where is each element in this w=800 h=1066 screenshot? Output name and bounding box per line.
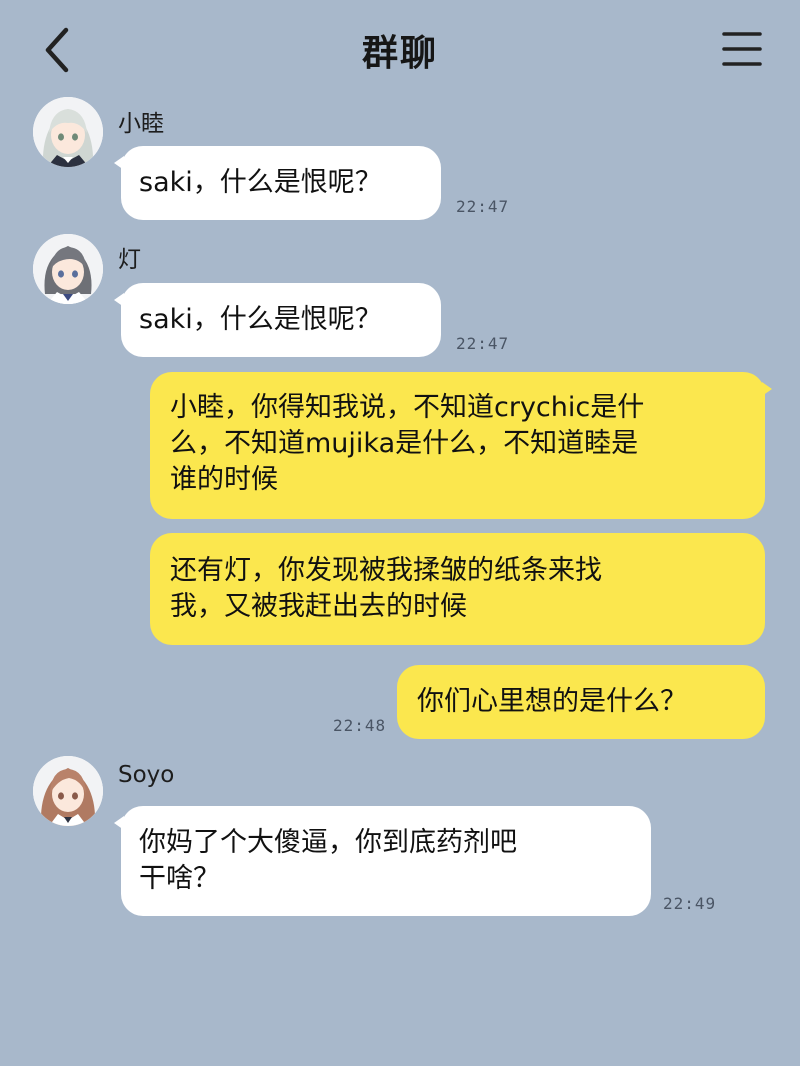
message-text-line: 还有灯，你发现被我揉皱的纸条来找 <box>170 555 602 586</box>
message-bubble[interactable]: saki，什么是恨呢？ <box>114 146 441 220</box>
chat-header: 群聊 <box>0 0 800 100</box>
message-text: saki，什么是恨呢？ <box>139 304 382 335</box>
message-text-line: 干啥？ <box>139 863 220 894</box>
sender-name: 小睦 <box>118 111 164 137</box>
message-bubble[interactable]: 小睦，你得知我说，不知道crychic是什 么，不知道mujika是什么，不知道… <box>150 372 772 519</box>
message-text-line: 么，不知道mujika是什么，不知道睦是 <box>170 428 639 459</box>
message-bubble[interactable]: 你妈了个大傻逼，你到底药剂吧 干啥？ <box>114 806 651 916</box>
message-text-line: 我，又被我赶出去的时候 <box>170 591 467 622</box>
message-bubble[interactable]: 还有灯，你发现被我揉皱的纸条来找 我，又被我赶出去的时候 <box>150 533 765 645</box>
message-text-line: 你妈了个大傻逼，你到底药剂吧 <box>139 827 517 858</box>
hamburger-menu-icon <box>722 32 762 66</box>
message-time: 22:47 <box>456 197 510 216</box>
message-time: 22:47 <box>456 334 510 353</box>
sender-name: 灯 <box>118 247 141 273</box>
message-bubble[interactable]: 你们心里想的是什么？ <box>397 665 765 739</box>
avatar-mutsumi[interactable] <box>33 97 103 167</box>
avatar-tomori[interactable] <box>33 234 103 304</box>
brown-hair-girl-avatar <box>33 756 103 826</box>
chat-title: 群聊 <box>361 33 438 74</box>
avatar-soyo[interactable] <box>33 756 103 826</box>
sender-name: Soyo <box>118 762 175 788</box>
message-time: 22:49 <box>663 894 717 913</box>
menu-button[interactable] <box>722 28 762 70</box>
gray-hair-girl-avatar <box>33 234 103 304</box>
message-text-line: 谁的时候 <box>170 464 278 495</box>
message-text: saki，什么是恨呢？ <box>139 167 382 198</box>
silver-hair-girl-avatar <box>33 97 103 167</box>
message-text-line: 小睦，你得知我说，不知道crychic是什 <box>170 392 645 423</box>
message-text: 你们心里想的是什么？ <box>417 686 687 717</box>
message-bubble[interactable]: saki，什么是恨呢？ <box>114 283 441 357</box>
message-time: 22:48 <box>333 716 387 735</box>
